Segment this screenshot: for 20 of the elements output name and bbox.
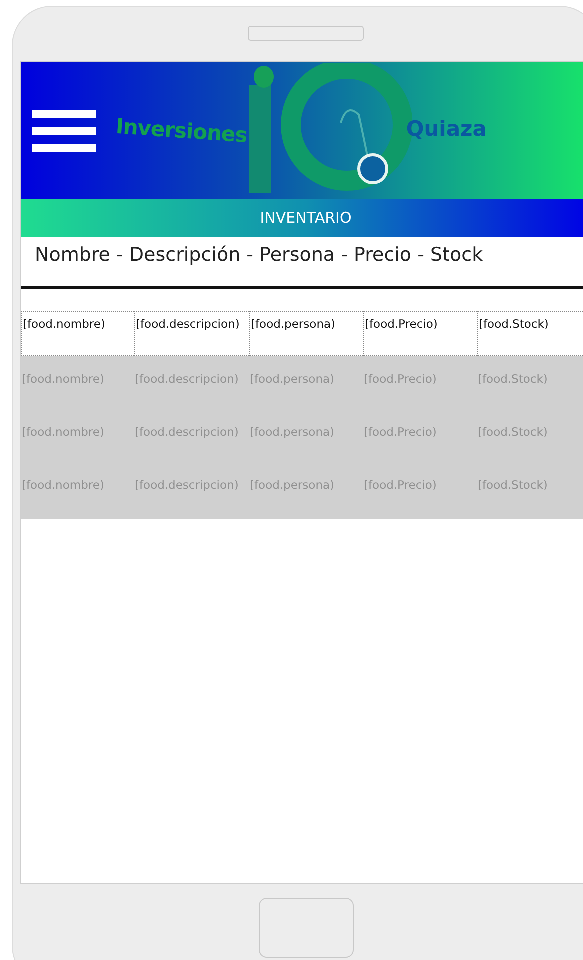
table-cell-text: [food.persona) bbox=[249, 477, 336, 494]
list-heading: Nombre - Descripción - Persona - Precio - Stock bbox=[34, 243, 484, 268]
table-cell-text: [food.nombre) bbox=[21, 477, 106, 494]
table-cell-text: [food.persona) bbox=[249, 371, 336, 388]
table-cell-text: [food.descripcion) bbox=[134, 424, 240, 441]
table-cell-text: [food.Stock) bbox=[477, 424, 549, 441]
table-cell-text: [food.Stock) bbox=[477, 477, 549, 494]
table-cell-text: [food.Precio) bbox=[363, 424, 438, 441]
table-cell-text: [food.descripcion) bbox=[134, 371, 240, 388]
table-cell-text: [food.Stock) bbox=[477, 371, 549, 388]
table-cell-text: [food.descripcion) bbox=[134, 477, 240, 494]
table-cell-text: [food.Precio) bbox=[363, 371, 438, 388]
logo-text: Inversiones bbox=[115, 114, 248, 148]
page-title: INVENTARIO bbox=[260, 209, 352, 227]
logo-text: Quiaza bbox=[406, 116, 487, 140]
table-cell-text: [food.nombre) bbox=[21, 371, 106, 388]
menu-icon[interactable] bbox=[32, 108, 96, 154]
table-cell-text: [food.nombre) bbox=[21, 424, 106, 441]
table-cell-text: [food.persona) bbox=[249, 424, 336, 441]
table-cell-text: [food.Precio) bbox=[363, 477, 438, 494]
